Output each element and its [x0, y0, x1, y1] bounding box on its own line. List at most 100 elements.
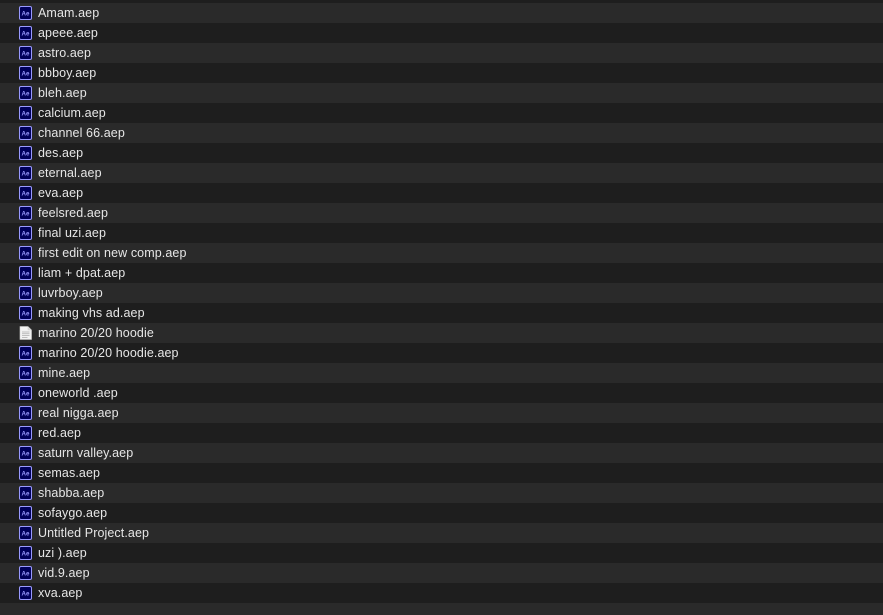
- after-effects-file-icon: Ae: [19, 126, 32, 140]
- svg-text:Ae: Ae: [22, 371, 30, 378]
- after-effects-file-icon: Ae: [19, 106, 32, 120]
- svg-text:Ae: Ae: [22, 491, 30, 498]
- after-effects-file-icon: Ae: [19, 526, 32, 540]
- svg-text:Ae: Ae: [22, 11, 30, 18]
- file-row[interactable]: Ae first edit on new comp.aep: [0, 243, 883, 263]
- after-effects-file-icon: Ae: [19, 226, 32, 240]
- file-row[interactable]: Ae vid.9.aep: [0, 563, 883, 583]
- file-name: making vhs ad.aep: [38, 306, 145, 320]
- file-row[interactable]: Ae shabba.aep: [0, 483, 883, 503]
- after-effects-file-icon: Ae: [19, 186, 32, 200]
- file-row[interactable]: marino 20/20 hoodie: [0, 323, 883, 343]
- file-row[interactable]: Ae red.aep: [0, 423, 883, 443]
- file-name: saturn valley.aep: [38, 446, 134, 460]
- after-effects-file-icon: Ae: [19, 266, 32, 280]
- after-effects-file-icon: Ae: [19, 426, 32, 440]
- svg-text:Ae: Ae: [22, 71, 30, 78]
- after-effects-file-icon: Ae: [19, 206, 32, 220]
- file-row[interactable]: Ae liam + dpat.aep: [0, 263, 883, 283]
- after-effects-file-icon: Ae: [19, 6, 32, 20]
- svg-text:Ae: Ae: [22, 131, 30, 138]
- svg-text:Ae: Ae: [22, 431, 30, 438]
- file-name: astro.aep: [38, 46, 92, 60]
- file-name: semas.aep: [38, 466, 101, 480]
- svg-text:Ae: Ae: [22, 31, 30, 38]
- svg-text:Ae: Ae: [22, 471, 30, 478]
- file-name: des.aep: [38, 146, 84, 160]
- after-effects-file-icon: Ae: [19, 286, 32, 300]
- file-row[interactable]: Ae bbboy.aep: [0, 63, 883, 83]
- file-row[interactable]: Ae making vhs ad.aep: [0, 303, 883, 323]
- file-row[interactable]: Ae calcium.aep: [0, 103, 883, 123]
- after-effects-file-icon: Ae: [19, 546, 32, 560]
- document-file-icon: [19, 326, 32, 340]
- after-effects-file-icon: Ae: [19, 466, 32, 480]
- file-name: uzi ).aep: [38, 546, 87, 560]
- svg-text:Ae: Ae: [22, 211, 30, 218]
- after-effects-file-icon: Ae: [19, 506, 32, 520]
- file-name: xva.aep: [38, 586, 83, 600]
- file-name: eternal.aep: [38, 166, 102, 180]
- file-name: liam + dpat.aep: [38, 266, 126, 280]
- file-name: calcium.aep: [38, 106, 106, 120]
- svg-text:Ae: Ae: [22, 391, 30, 398]
- file-row[interactable]: Ae eva.aep: [0, 183, 883, 203]
- file-row[interactable]: Ae final uzi.aep: [0, 223, 883, 243]
- svg-text:Ae: Ae: [22, 411, 30, 418]
- after-effects-file-icon: Ae: [19, 346, 32, 360]
- after-effects-file-icon: Ae: [19, 366, 32, 380]
- file-row[interactable]: Ae uzi ).aep: [0, 543, 883, 563]
- after-effects-file-icon: Ae: [19, 246, 32, 260]
- file-name: real nigga.aep: [38, 406, 119, 420]
- file-row[interactable]: Ae channel 66.aep: [0, 123, 883, 143]
- svg-text:Ae: Ae: [22, 251, 30, 258]
- file-row[interactable]: Ae des.aep: [0, 143, 883, 163]
- file-row[interactable]: Ae xva.aep: [0, 583, 883, 603]
- svg-text:Ae: Ae: [22, 591, 30, 598]
- file-row[interactable]: Ae Amam.aep: [0, 3, 883, 23]
- file-row[interactable]: Ae saturn valley.aep: [0, 443, 883, 463]
- file-row[interactable]: Ae marino 20/20 hoodie.aep: [0, 343, 883, 363]
- file-name: final uzi.aep: [38, 226, 107, 240]
- file-row[interactable]: Ae luvrboy.aep: [0, 283, 883, 303]
- svg-text:Ae: Ae: [22, 271, 30, 278]
- file-name: bleh.aep: [38, 86, 87, 100]
- after-effects-file-icon: Ae: [19, 446, 32, 460]
- after-effects-file-icon: Ae: [19, 86, 32, 100]
- svg-text:Ae: Ae: [22, 291, 30, 298]
- svg-text:Ae: Ae: [22, 451, 30, 458]
- file-row[interactable]: Ae real nigga.aep: [0, 403, 883, 423]
- file-name: vid.9.aep: [38, 566, 90, 580]
- file-name: red.aep: [38, 426, 82, 440]
- file-row[interactable]: Ae oneworld .aep: [0, 383, 883, 403]
- file-name: Untitled Project.aep: [38, 526, 150, 540]
- file-name: shabba.aep: [38, 486, 105, 500]
- svg-text:Ae: Ae: [22, 551, 30, 558]
- svg-text:Ae: Ae: [22, 171, 30, 178]
- file-row[interactable]: Ae feelsred.aep: [0, 203, 883, 223]
- file-row[interactable]: Ae astro.aep: [0, 43, 883, 63]
- after-effects-file-icon: Ae: [19, 166, 32, 180]
- file-name: first edit on new comp.aep: [38, 246, 187, 260]
- file-row[interactable]: Ae Untitled Project.aep: [0, 523, 883, 543]
- after-effects-file-icon: Ae: [19, 26, 32, 40]
- file-row[interactable]: Ae semas.aep: [0, 463, 883, 483]
- after-effects-file-icon: Ae: [19, 306, 32, 320]
- file-row[interactable]: Ae bleh.aep: [0, 83, 883, 103]
- file-name: sofaygo.aep: [38, 506, 108, 520]
- svg-text:Ae: Ae: [22, 511, 30, 518]
- svg-text:Ae: Ae: [22, 231, 30, 238]
- file-name: marino 20/20 hoodie.aep: [38, 346, 179, 360]
- file-row[interactable]: Ae apeee.aep: [0, 23, 883, 43]
- after-effects-file-icon: Ae: [19, 486, 32, 500]
- after-effects-file-icon: Ae: [19, 66, 32, 80]
- file-row[interactable]: Ae sofaygo.aep: [0, 503, 883, 523]
- file-name: channel 66.aep: [38, 126, 125, 140]
- list-bottom-row: [0, 603, 883, 615]
- file-name: eva.aep: [38, 186, 84, 200]
- file-row[interactable]: Ae mine.aep: [0, 363, 883, 383]
- file-row[interactable]: Ae eternal.aep: [0, 163, 883, 183]
- after-effects-file-icon: Ae: [19, 566, 32, 580]
- file-name: feelsred.aep: [38, 206, 108, 220]
- file-name: marino 20/20 hoodie: [38, 326, 154, 340]
